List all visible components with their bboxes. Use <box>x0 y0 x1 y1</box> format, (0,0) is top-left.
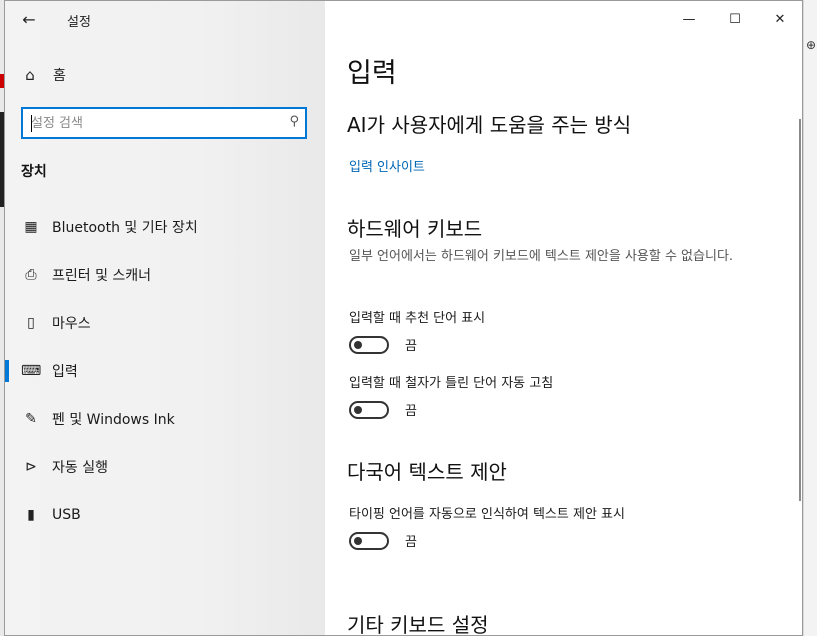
sidebar-item-label: 마우스 <box>52 316 91 332</box>
sidebar-item-usb[interactable]: ▮ USB <box>5 491 325 539</box>
keyboard-icon: ⌨ <box>21 363 42 379</box>
minimize-button[interactable]: — <box>666 1 712 37</box>
toggle-knob <box>354 536 362 545</box>
sidebar-item-label: 자동 실행 <box>52 460 108 476</box>
sidebar-item-mouse[interactable]: ▯ 마우스 <box>5 299 325 347</box>
sidebar-item-typing[interactable]: ⌨ 입력 <box>5 347 325 395</box>
autoplay-icon: ⊳ <box>25 459 37 475</box>
maximize-icon: ☐ <box>729 11 741 27</box>
multilingual-toggle-row: 끔 <box>349 531 417 550</box>
close-icon: ✕ <box>774 11 786 27</box>
autocorrect-toggle-row: 끔 <box>349 400 417 419</box>
home-icon: ⌂ <box>25 66 35 84</box>
usb-icon: ▮ <box>27 507 35 523</box>
home-label: 홈 <box>53 68 66 84</box>
ai-section-heading: AI가 사용자에게 도움을 주는 방식 <box>347 113 632 137</box>
page-title: 입력 <box>347 58 397 89</box>
sidebar: ← 설정 ⌂ 홈 ⚲ 장치 ▦ Bluetooth 및 기타 장치 ⎙ 프린터 … <box>5 1 325 635</box>
close-button[interactable]: ✕ <box>757 1 802 37</box>
sidebar-item-printers[interactable]: ⎙ 프린터 및 스캐너 <box>5 251 325 299</box>
back-arrow-icon: ← <box>22 9 36 29</box>
bluetooth-devices-icon: ▦ <box>24 219 38 235</box>
scrollbar[interactable] <box>799 119 801 501</box>
settings-window: ← 설정 ⌂ 홈 ⚲ 장치 ▦ Bluetooth 및 기타 장치 ⎙ 프린터 … <box>4 0 803 636</box>
sidebar-item-pen[interactable]: ✎ 펜 및 Windows Ink <box>5 395 325 443</box>
search-box[interactable]: ⚲ <box>21 107 307 139</box>
sidebar-item-label: 입력 <box>52 364 78 380</box>
sidebar-item-label: USB <box>52 507 81 523</box>
sidebar-item-label: 프린터 및 스캐너 <box>52 268 152 284</box>
hardware-keyboard-heading: 하드웨어 키보드 <box>347 217 483 241</box>
mouse-icon: ▯ <box>27 315 35 331</box>
sidebar-item-label: 펜 및 Windows Ink <box>52 412 175 428</box>
multilingual-heading: 다국어 텍스트 제안 <box>347 460 507 484</box>
back-button[interactable]: ← <box>17 7 41 31</box>
sidebar-nav: ▦ Bluetooth 및 기타 장치 ⎙ 프린터 및 스캐너 ▯ 마우스 ⌨ … <box>5 203 325 539</box>
zoom-icon: ⊕ <box>806 38 817 52</box>
autocorrect-option-label: 입력할 때 철자가 틀린 단어 자동 고침 <box>349 376 554 391</box>
toggle-state: 끔 <box>405 535 417 550</box>
group-title: 장치 <box>21 164 47 180</box>
hardware-keyboard-description: 일부 언어에서는 하드웨어 키보드에 텍스트 제안을 사용할 수 없습니다. <box>349 249 734 264</box>
pen-icon: ✎ <box>25 411 37 427</box>
sidebar-item-label: Bluetooth 및 기타 장치 <box>52 220 198 236</box>
toggle-state: 끔 <box>405 339 417 354</box>
background-window: ⊕ <box>803 0 817 636</box>
sidebar-item-home[interactable]: ⌂ 홈 <box>21 63 66 87</box>
maximize-button[interactable]: ☐ <box>712 1 758 37</box>
suggestions-option-label: 입력할 때 추천 단어 표시 <box>349 311 486 326</box>
minimize-icon: — <box>682 11 696 27</box>
toggle-knob <box>354 405 362 414</box>
toggle-state: 끔 <box>405 404 417 419</box>
sidebar-item-autoplay[interactable]: ⊳ 자동 실행 <box>5 443 325 491</box>
window-title: 설정 <box>67 15 91 30</box>
multilingual-option-label: 타이핑 언어를 자동으로 인식하여 텍스트 제안 표시 <box>349 507 625 522</box>
typing-insights-link[interactable]: 입력 인사이트 <box>349 156 425 175</box>
printer-icon: ⎙ <box>25 267 37 283</box>
autocorrect-toggle[interactable] <box>349 400 389 419</box>
search-input[interactable] <box>31 113 277 133</box>
toggle-knob <box>354 340 362 349</box>
active-indicator <box>5 360 9 382</box>
multilingual-toggle[interactable] <box>349 531 389 550</box>
suggestions-toggle-row: 끔 <box>349 335 417 354</box>
title-bar: ← 설정 <box>5 1 325 37</box>
suggestions-toggle[interactable] <box>349 335 389 354</box>
search-icon[interactable]: ⚲ <box>289 114 299 129</box>
other-keyboard-settings-heading: 기타 키보드 설정 <box>347 613 489 636</box>
sidebar-item-bluetooth[interactable]: ▦ Bluetooth 및 기타 장치 <box>5 203 325 251</box>
